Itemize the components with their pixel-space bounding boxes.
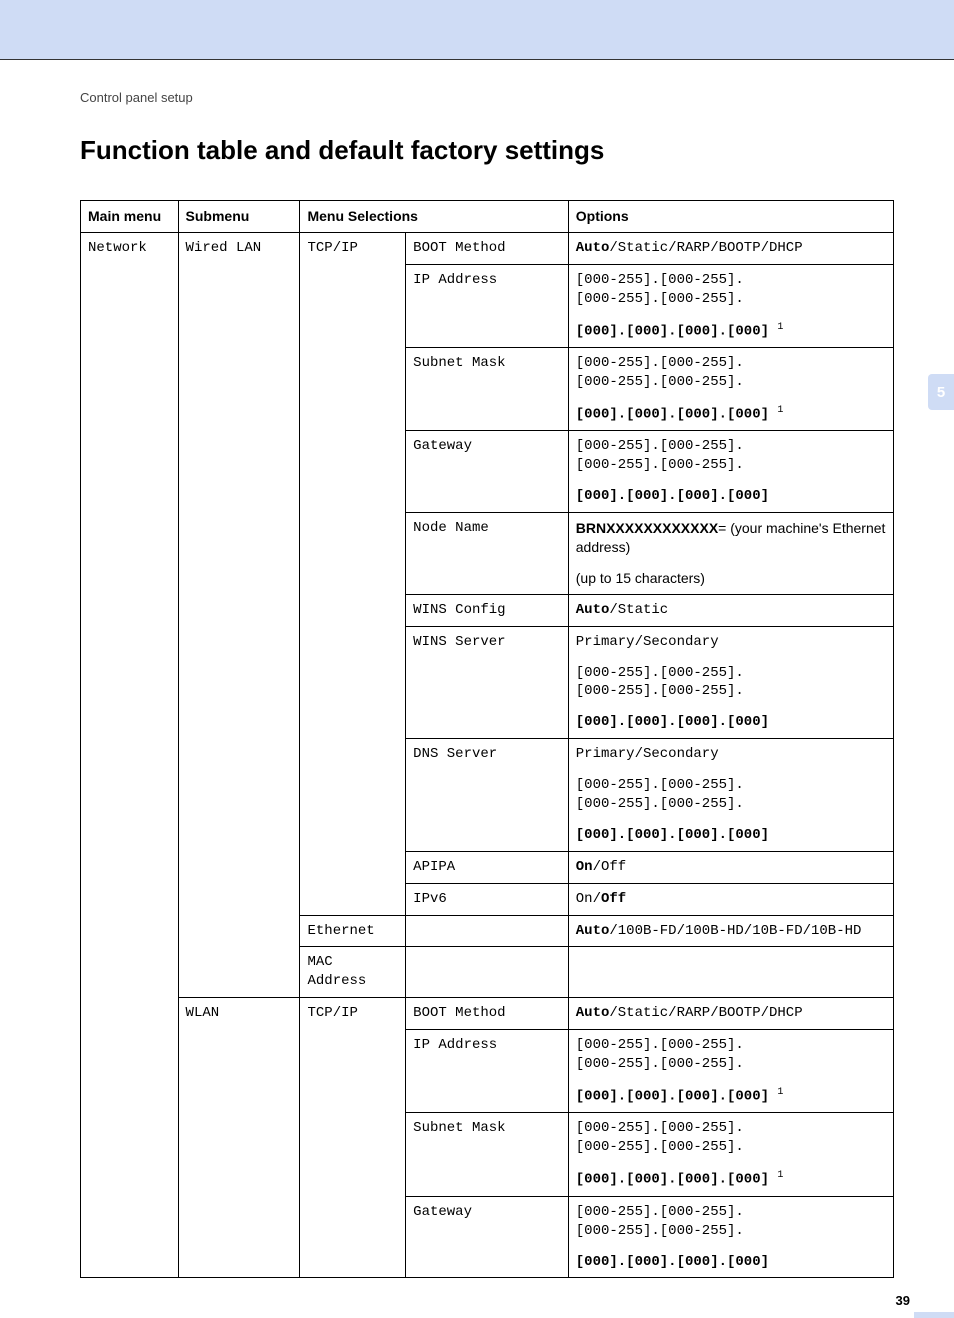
opt-gw-range-wlan: [000-255].[000-255]. [000-255].[000-255]…	[568, 1196, 893, 1246]
breadcrumb: Control panel setup	[80, 90, 894, 105]
opt-wins-prim: Primary/Secondary	[568, 626, 893, 657]
opt-subnet-zero-wlan: [000].[000].[000].[000] 1	[568, 1163, 893, 1196]
opt-gw-zero: [000].[000].[000].[000]	[568, 481, 893, 512]
sel-gateway-wlan: Gateway	[406, 1196, 569, 1278]
opt-ip-zero-wlan: [000].[000].[000].[000] 1	[568, 1080, 893, 1113]
sel-subnet: Subnet Mask	[406, 348, 569, 431]
opt-boot: Auto/Static/RARP/BOOTP/DHCP	[568, 232, 893, 264]
sel-subnet-wlan: Subnet Mask	[406, 1113, 569, 1196]
sel-gateway: Gateway	[406, 431, 569, 513]
opt-gw-zero-wlan: [000].[000].[000].[000]	[568, 1247, 893, 1278]
page-number: 39	[896, 1293, 910, 1308]
opt-node-name: BRNXXXXXXXXXXXX= (your machine's Etherne…	[568, 513, 893, 563]
sel-boot-wlan: BOOT Method	[406, 998, 569, 1030]
opt-dns-range: [000-255].[000-255]. [000-255].[000-255]…	[568, 770, 893, 820]
sub-wired: Wired LAN	[178, 232, 300, 997]
opt-dns-prim: Primary/Secondary	[568, 739, 893, 770]
chapter-tab: 5	[928, 374, 954, 410]
table-header-row: Main menu Submenu Menu Selections Option…	[81, 201, 894, 233]
sub-wlan: WLAN	[178, 998, 300, 1278]
sel-ethernet-blank	[406, 915, 569, 947]
sel-winscfg: WINS Config	[406, 594, 569, 626]
opt-apipa: On/Off	[568, 851, 893, 883]
opt-subnet-zero: [000].[000].[000].[000] 1	[568, 398, 893, 431]
header-band	[0, 0, 954, 60]
sel-ip-wlan: IP Address	[406, 1030, 569, 1113]
sel-node: Node Name	[406, 513, 569, 595]
sel-ip: IP Address	[406, 264, 569, 347]
main-network: Network	[81, 232, 179, 1278]
opt-gw-range: [000-255].[000-255]. [000-255].[000-255]…	[568, 431, 893, 481]
sel-winssrv: WINS Server	[406, 626, 569, 739]
table-row: WLAN TCP/IP BOOT Method Auto/Static/RARP…	[81, 998, 894, 1030]
opt-boot-wlan: Auto/Static/RARP/BOOTP/DHCP	[568, 998, 893, 1030]
opt-ethernet: Auto/100B-FD/100B-HD/10B-FD/10B-HD	[568, 915, 893, 947]
sel-ipv6: IPv6	[406, 883, 569, 915]
function-table: Main menu Submenu Menu Selections Option…	[80, 200, 894, 1278]
opt-dns-zero: [000].[000].[000].[000]	[568, 820, 893, 851]
opt-ip-range-wlan: [000-255].[000-255]. [000-255].[000-255]…	[568, 1030, 893, 1080]
opt-wins-zero: [000].[000].[000].[000]	[568, 707, 893, 738]
opt-ip-zero: [000].[000].[000].[000] 1	[568, 315, 893, 348]
sel-ethernet: Ethernet	[300, 915, 406, 947]
opt-subnet-range: [000-255].[000-255]. [000-255].[000-255]…	[568, 348, 893, 398]
sel-mac-blank	[406, 947, 569, 998]
sel-dnssrv: DNS Server	[406, 739, 569, 852]
sel-boot: BOOT Method	[406, 232, 569, 264]
sel-mac: MAC Address	[300, 947, 406, 998]
sel-tcpip: TCP/IP	[300, 232, 406, 915]
sel-apipa: APIPA	[406, 851, 569, 883]
col-options: Options	[568, 201, 893, 233]
col-main-menu: Main menu	[81, 201, 179, 233]
opt-ipv6: On/Off	[568, 883, 893, 915]
col-submenu: Submenu	[178, 201, 300, 233]
opt-winscfg: Auto/Static	[568, 594, 893, 626]
sel-tcpip-wlan: TCP/IP	[300, 998, 406, 1278]
opt-node-limit: (up to 15 characters)	[568, 563, 893, 594]
opt-ip-range: [000-255].[000-255]. [000-255].[000-255]…	[568, 264, 893, 314]
footer-accent	[914, 1312, 954, 1318]
opt-mac	[568, 947, 893, 998]
table-row: Network Wired LAN TCP/IP BOOT Method Aut…	[81, 232, 894, 264]
col-menu-selections: Menu Selections	[300, 201, 568, 233]
opt-subnet-range-wlan: [000-255].[000-255]. [000-255].[000-255]…	[568, 1113, 893, 1163]
opt-wins-range: [000-255].[000-255]. [000-255].[000-255]…	[568, 658, 893, 708]
page-title: Function table and default factory setti…	[80, 135, 894, 166]
